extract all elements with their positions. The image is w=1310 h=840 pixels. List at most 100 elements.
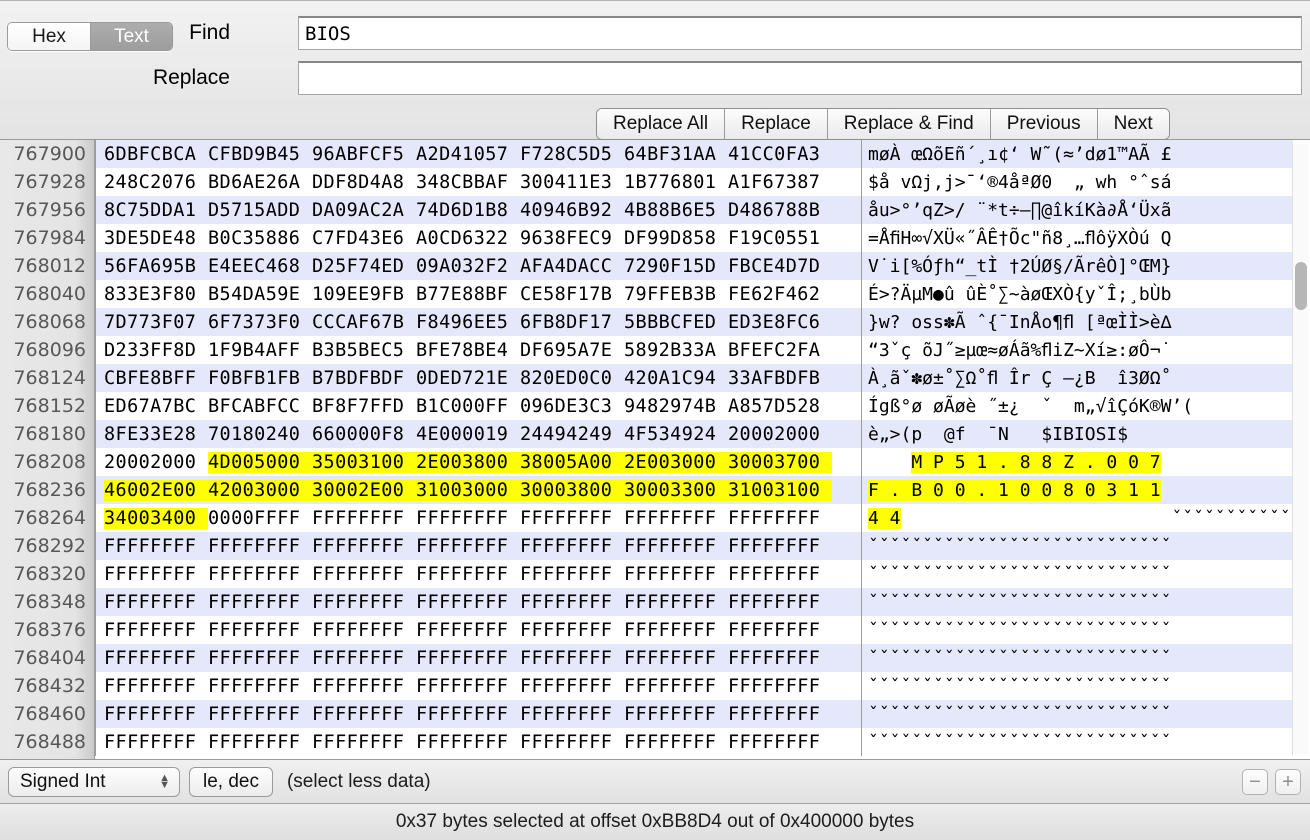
hex-group[interactable]: 1F9B4AFF: [208, 340, 312, 361]
hex-group[interactable]: 660000F8: [312, 424, 416, 445]
ascii-column[interactable]: V˙i[%Óƒh“_tÌ †2ÚØ§/ÃrêÒ]°ŒM}: [861, 252, 1293, 280]
hex-group[interactable]: D5715ADD: [208, 200, 312, 221]
hex-group[interactable]: FFFFFFFF: [312, 732, 416, 753]
hex-group[interactable]: FFFFFFFF: [416, 648, 520, 669]
hex-group[interactable]: FFFFFFFF: [520, 508, 624, 529]
hex-byte-groups[interactable]: 34003400 0000FFFF FFFFFFFF FFFFFFFF FFFF…: [95, 504, 861, 532]
hex-group[interactable]: 56FA695B: [104, 256, 208, 277]
hex-byte-groups[interactable]: FFFFFFFF FFFFFFFF FFFFFFFF FFFFFFFF FFFF…: [95, 672, 861, 700]
hex-byte-groups[interactable]: FFFFFFFF FFFFFFFF FFFFFFFF FFFFFFFF FFFF…: [95, 588, 861, 616]
hex-group[interactable]: FFFFFFFF: [624, 732, 728, 753]
hex-group[interactable]: FFFFFFFF: [728, 592, 832, 613]
ascii-column[interactable]: åu>°’qZ>/ ¨*t÷–∏@îkíKà∂Å‘Üxã: [861, 196, 1293, 224]
hex-byte-groups[interactable]: ED67A7BC BFCABFCC BF8F7FFD B1C000FF 096D…: [95, 392, 861, 420]
hex-group[interactable]: BFEFC2FA: [728, 340, 832, 361]
hex-group[interactable]: CFBD9B45: [208, 144, 312, 165]
hex-group[interactable]: FFFFFFFF: [312, 536, 416, 557]
hex-group[interactable]: FFFFFFFF: [728, 564, 832, 585]
hex-group[interactable]: 41CC0FA3: [728, 144, 832, 165]
hex-group[interactable]: A1F67387: [728, 172, 832, 193]
hex-group[interactable]: FFFFFFFF: [208, 676, 312, 697]
hex-row[interactable]: 767984 3DE5DE48 B0C35886 C7FD43E6 A0CD632…: [0, 224, 1310, 252]
replace-all-button[interactable]: Replace All: [597, 109, 725, 139]
hex-group[interactable]: FFFFFFFF: [624, 648, 728, 669]
hex-group[interactable]: 34003400: [104, 507, 208, 529]
hex-group[interactable]: FFFFFFFF: [728, 620, 832, 641]
hex-row[interactable]: 768460 FFFFFFFF FFFFFFFF FFFFFFFF FFFFFFF…: [0, 700, 1310, 728]
hex-group[interactable]: FFFFFFFF: [312, 508, 416, 529]
hex-group[interactable]: 4E000019: [416, 424, 520, 445]
hex-group[interactable]: 9638FEC9: [520, 228, 624, 249]
hex-group[interactable]: A0CD6322: [416, 228, 520, 249]
hex-group[interactable]: FFFFFFFF: [520, 564, 624, 585]
hex-group[interactable]: 74D6D1B8: [416, 200, 520, 221]
hex-group[interactable]: BFE78BE4: [416, 340, 520, 361]
hex-byte-groups[interactable]: 20002000 4D005000 35003100 2E003800 3800…: [95, 448, 861, 476]
remove-row-button[interactable]: −: [1242, 768, 1268, 795]
hex-group[interactable]: CCCAF67B: [312, 312, 416, 333]
hex-row[interactable]: 768180 8FE33E28 70180240 660000F8 4E00001…: [0, 420, 1310, 448]
hex-group[interactable]: FE62F462: [728, 284, 832, 305]
ascii-column[interactable]: ˇˇˇˇˇˇˇˇˇˇˇˇˇˇˇˇˇˇˇˇˇˇˇˇˇˇˇˇ: [861, 560, 1293, 588]
hex-group[interactable]: FFFFFFFF: [624, 592, 728, 613]
hex-group[interactable]: ED3E8FC6: [728, 312, 832, 333]
hex-row[interactable]: 768348 FFFFFFFF FFFFFFFF FFFFFFFF FFFFFFF…: [0, 588, 1310, 616]
hex-group[interactable]: 4B88B6E5: [624, 200, 728, 221]
hex-group[interactable]: DF695A7E: [520, 340, 624, 361]
hex-row[interactable]: 768292 FFFFFFFF FFFFFFFF FFFFFFFF FFFFFFF…: [0, 532, 1310, 560]
hex-group[interactable]: 1B776801: [624, 172, 728, 193]
hex-group[interactable]: 300411E3: [520, 172, 624, 193]
hex-group[interactable]: FFFFFFFF: [104, 592, 208, 613]
find-input[interactable]: BIOS: [298, 16, 1302, 50]
hex-group[interactable]: FFFFFFFF: [520, 592, 624, 613]
hex-row[interactable]: 768488 FFFFFFFF FFFFFFFF FFFFFFFF FFFFFFF…: [0, 728, 1310, 756]
hex-row[interactable]: 768208 20002000 4D005000 35003100 2E00380…: [0, 448, 1310, 476]
hex-group[interactable]: 30003700: [728, 451, 832, 473]
hex-group[interactable]: 35003100: [312, 451, 416, 473]
hex-group[interactable]: C7FD43E6: [312, 228, 416, 249]
hex-group[interactable]: FFFFFFFF: [208, 564, 312, 585]
hex-group[interactable]: FFFFFFFF: [416, 508, 520, 529]
hex-group[interactable]: FFFFFFFF: [312, 592, 416, 613]
next-button[interactable]: Next: [1096, 109, 1169, 139]
hex-group[interactable]: 2E003000: [624, 451, 728, 473]
hex-byte-groups[interactable]: FFFFFFFF FFFFFFFF FFFFFFFF FFFFFFFF FFFF…: [95, 728, 861, 756]
hex-vertical-scrollbar[interactable]: [1292, 144, 1308, 755]
hex-group[interactable]: FFFFFFFF: [312, 620, 416, 641]
ascii-column[interactable]: ˇˇˇˇˇˇˇˇˇˇˇˇˇˇˇˇˇˇˇˇˇˇˇˇˇˇˇˇ: [861, 672, 1293, 700]
hex-group[interactable]: 820ED0C0: [520, 368, 624, 389]
ascii-column[interactable]: ˇˇˇˇˇˇˇˇˇˇˇˇˇˇˇˇˇˇˇˇˇˇˇˇˇˇˇˇ: [861, 644, 1293, 672]
hex-group[interactable]: FFFFFFFF: [416, 732, 520, 753]
ascii-column[interactable]: è„>(p @f ¯N $IBIOSI$: [861, 420, 1293, 448]
hex-row[interactable]: 768432 FFFFFFFF FFFFFFFF FFFFFFFF FFFFFFF…: [0, 672, 1310, 700]
hex-row[interactable]: 768124 CBFE8BFF F0BFB1FB B7BDFBDF 0DED721…: [0, 364, 1310, 392]
hex-group[interactable]: D233FF8D: [104, 340, 208, 361]
hex-group[interactable]: FFFFFFFF: [416, 536, 520, 557]
hex-group[interactable]: FBCE4D7D: [728, 256, 832, 277]
hex-row[interactable]: 768236 46002E00 42003000 30002E00 3100300…: [0, 476, 1310, 504]
hex-group[interactable]: B54DA59E: [208, 284, 312, 305]
hex-group[interactable]: 2E003800: [416, 451, 520, 473]
replace-and-find-button[interactable]: Replace & Find: [826, 109, 990, 139]
hex-group[interactable]: D486788B: [728, 200, 832, 221]
hex-group[interactable]: FFFFFFFF: [728, 536, 832, 557]
ascii-column[interactable]: ˇˇˇˇˇˇˇˇˇˇˇˇˇˇˇˇˇˇˇˇˇˇˇˇˇˇˇˇ: [861, 532, 1293, 560]
hex-group[interactable]: B7BDFBDF: [312, 368, 416, 389]
hex-group[interactable]: F728C5D5: [520, 144, 624, 165]
hex-group[interactable]: FFFFFFFF: [728, 648, 832, 669]
hex-group[interactable]: B0C35886: [208, 228, 312, 249]
hex-group[interactable]: AFA4DACC: [520, 256, 624, 277]
hex-group[interactable]: FFFFFFFF: [520, 620, 624, 641]
ascii-column[interactable]: F . B 0 0 . 1 0 0 8 0 3 1 1: [861, 476, 1293, 504]
hex-group[interactable]: FFFFFFFF: [624, 676, 728, 697]
hex-group[interactable]: 8C75DDA1: [104, 200, 208, 221]
replace-input[interactable]: [298, 61, 1302, 95]
hex-group[interactable]: FFFFFFFF: [624, 704, 728, 725]
hex-group[interactable]: FFFFFFFF: [104, 732, 208, 753]
hex-group[interactable]: FFFFFFFF: [416, 704, 520, 725]
hex-group[interactable]: 420A1C94: [624, 368, 728, 389]
hex-view[interactable]: 767900 6DBFCBCA CFBD9B45 96ABFCF5 A2D4105…: [0, 140, 1310, 760]
hex-group[interactable]: FFFFFFFF: [416, 564, 520, 585]
inspector-type-popup[interactable]: Signed Int ▲ ▼: [8, 766, 180, 797]
hex-group[interactable]: 30002E00: [312, 479, 416, 501]
